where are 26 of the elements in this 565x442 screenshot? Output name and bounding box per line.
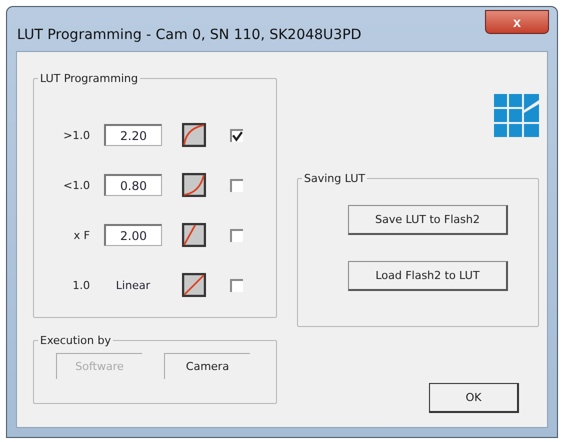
action-button[interactable]: Load Flash2 to LUT [348,261,508,291]
window-title: LUT Programming - Cam 0, SN 110, SK2048U3PD [17,27,362,43]
curve-icon[interactable] [182,273,206,297]
checkbox[interactable] [230,228,243,242]
action-button[interactable]: Save LUT to Flash2 [348,205,508,235]
ok-button[interactable]: OK [429,383,519,413]
value-text: Linear [114,278,152,292]
value-field[interactable]: 2.00 [104,224,162,246]
value-field[interactable]: 0.80 [104,174,162,196]
gamma-label: x F [72,228,90,242]
checkbox[interactable] [230,128,243,142]
grid-logo-icon [494,94,539,139]
group-title: Saving LUT [303,172,366,185]
gamma-label: <1.0 [62,178,90,192]
checkbox[interactable] [230,178,243,192]
curve-icon[interactable] [182,123,206,147]
close-button[interactable]: x [485,10,549,34]
curve-icon[interactable] [182,223,206,247]
gamma-label: 1.0 [72,278,90,292]
option-button[interactable]: Camera [164,353,250,379]
value-field[interactable]: 2.20 [104,124,162,146]
gamma-label: >1.0 [62,128,90,142]
group-title: Execution by [39,334,112,347]
curve-icon[interactable] [182,173,206,197]
checkbox[interactable] [230,278,243,292]
group-title: LUT Programming [39,72,139,85]
